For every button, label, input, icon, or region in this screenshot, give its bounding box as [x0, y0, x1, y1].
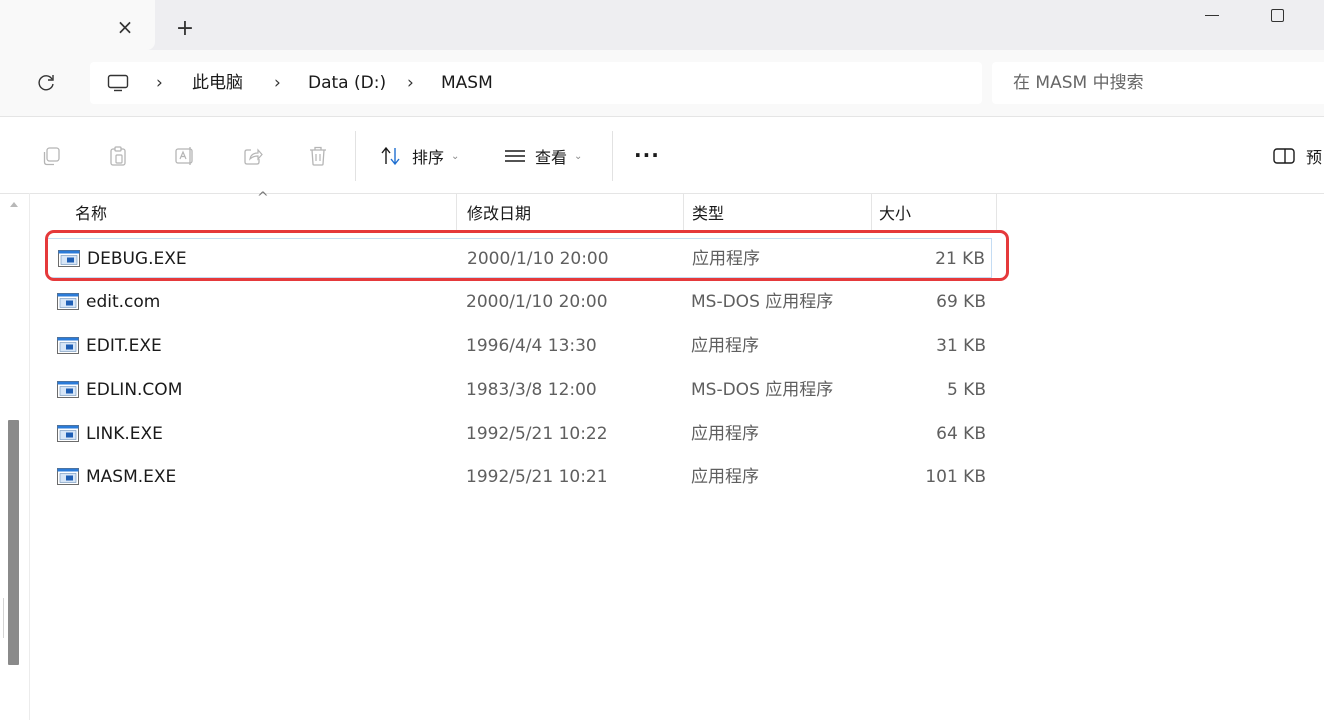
rename-icon[interactable] [173, 144, 197, 168]
scroll-up-icon[interactable] [10, 202, 18, 207]
file-type: 应用程序 [691, 424, 759, 444]
highlight-annotation [45, 230, 1009, 281]
application-file-icon [57, 337, 79, 354]
share-icon[interactable] [241, 144, 265, 168]
column-header-name[interactable]: 名称 [75, 193, 107, 231]
breadcrumb-item-masm[interactable]: MASM [441, 73, 493, 93]
file-name: EDIT.EXE [86, 336, 162, 356]
close-tab-icon[interactable]: × [112, 14, 138, 40]
file-date: 1992/5/21 10:22 [466, 424, 608, 444]
file-date: 1983/3/8 12:00 [466, 380, 597, 400]
command-bar: 排序 ⌄ 查看 ⌄ ··· 预 [0, 117, 1324, 194]
column-header-date[interactable]: 修改日期 [467, 193, 531, 231]
view-label: 查看 [535, 148, 568, 167]
chevron-right-icon[interactable]: › [156, 73, 163, 93]
file-size: 64 KB [936, 424, 986, 444]
address-bar: › 此电脑 › Data (D:) › MASM 在 MASM 中搜索 [0, 50, 1324, 117]
column-divider[interactable] [871, 193, 872, 231]
sort-button[interactable]: 排序 ⌄ [380, 143, 459, 169]
view-icon [505, 150, 525, 162]
chevron-right-icon[interactable]: › [407, 73, 414, 93]
pane-divider[interactable] [29, 193, 30, 720]
maximize-icon[interactable] [1264, 0, 1294, 32]
column-divider[interactable] [683, 193, 684, 231]
navigation-scrollbar-thumb[interactable] [8, 420, 19, 665]
delete-icon[interactable] [306, 144, 330, 168]
application-file-icon [57, 468, 79, 485]
file-date: 2000/1/10 20:00 [466, 292, 608, 312]
column-header-type[interactable]: 类型 [692, 193, 724, 231]
column-header-size[interactable]: 大小 [879, 193, 911, 231]
file-name: LINK.EXE [86, 424, 163, 444]
file-type: 应用程序 [691, 336, 759, 356]
view-button[interactable]: 查看 ⌄ [503, 143, 582, 169]
file-name: edit.com [86, 292, 161, 312]
search-placeholder: 在 MASM 中搜索 [1013, 73, 1144, 93]
toolbar-divider [355, 131, 356, 181]
file-size: 5 KB [946, 380, 986, 400]
more-options-icon[interactable]: ··· [634, 145, 660, 165]
chevron-right-icon[interactable]: › [274, 73, 281, 93]
title-bar: × + [0, 0, 1324, 50]
chevron-down-icon: ⌄ [574, 150, 583, 162]
breadcrumb-item-this-pc[interactable]: 此电脑 [192, 73, 243, 93]
file-date: 1992/5/21 10:21 [466, 467, 608, 487]
file-row-edit-exe[interactable]: EDIT.EXE 1996/4/4 13:30 应用程序 31 KB [47, 326, 992, 366]
application-file-icon [57, 381, 79, 398]
breadcrumb-item-data-d[interactable]: Data (D:) [308, 73, 386, 93]
file-row-edit-com[interactable]: edit.com 2000/1/10 20:00 MS-DOS 应用程序 69 … [47, 282, 992, 322]
file-size: 101 KB [925, 467, 986, 487]
preview-pane-button[interactable]: 预 [1272, 143, 1322, 169]
file-date: 1996/4/4 13:30 [466, 336, 597, 356]
refresh-icon[interactable] [33, 70, 59, 96]
sort-ascending-icon: ^ [257, 190, 269, 206]
active-tab[interactable]: × [0, 0, 155, 50]
file-row-link-exe[interactable]: LINK.EXE 1992/5/21 10:22 应用程序 64 KB [47, 414, 992, 454]
preview-label: 预 [1306, 148, 1323, 167]
file-type: MS-DOS 应用程序 [691, 380, 834, 400]
file-row-masm-exe[interactable]: MASM.EXE 1992/5/21 10:21 应用程序 101 KB [47, 457, 992, 497]
toolbar-divider [612, 131, 613, 181]
sort-label: 排序 [412, 148, 445, 167]
chevron-down-icon: ⌄ [451, 150, 460, 162]
column-divider[interactable] [456, 193, 457, 231]
column-divider[interactable] [996, 193, 997, 231]
file-name: EDLIN.COM [86, 380, 183, 400]
sort-icon [381, 146, 400, 166]
paste-icon[interactable] [106, 144, 130, 168]
navigation-pane-edge [0, 598, 4, 638]
file-row-edlin-com[interactable]: EDLIN.COM 1983/3/8 12:00 MS-DOS 应用程序 5 K… [47, 370, 992, 410]
breadcrumb[interactable]: › 此电脑 › Data (D:) › MASM [90, 62, 982, 104]
minimize-icon[interactable] [1198, 0, 1228, 32]
file-size: 31 KB [936, 336, 986, 356]
application-file-icon [57, 293, 79, 310]
copy-icon[interactable] [40, 144, 64, 168]
file-type: MS-DOS 应用程序 [691, 292, 834, 312]
file-type: 应用程序 [691, 467, 759, 487]
preview-pane-icon [1273, 148, 1295, 164]
file-size: 69 KB [936, 292, 986, 312]
this-pc-icon[interactable] [107, 74, 129, 92]
new-tab-icon[interactable]: + [172, 16, 198, 42]
column-header-row: ^ 名称 修改日期 类型 大小 [45, 190, 997, 231]
search-input[interactable]: 在 MASM 中搜索 [992, 62, 1324, 104]
application-file-icon [57, 425, 79, 442]
file-name: MASM.EXE [86, 467, 177, 487]
